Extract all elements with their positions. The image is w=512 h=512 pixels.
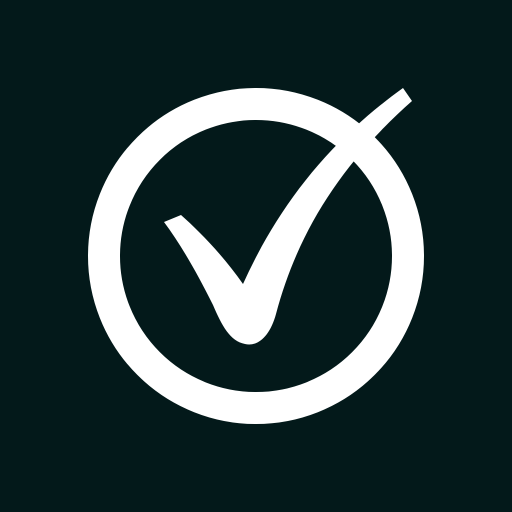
app-icon	[0, 0, 512, 512]
circle-check-icon	[0, 0, 512, 512]
icon-background	[0, 0, 512, 512]
